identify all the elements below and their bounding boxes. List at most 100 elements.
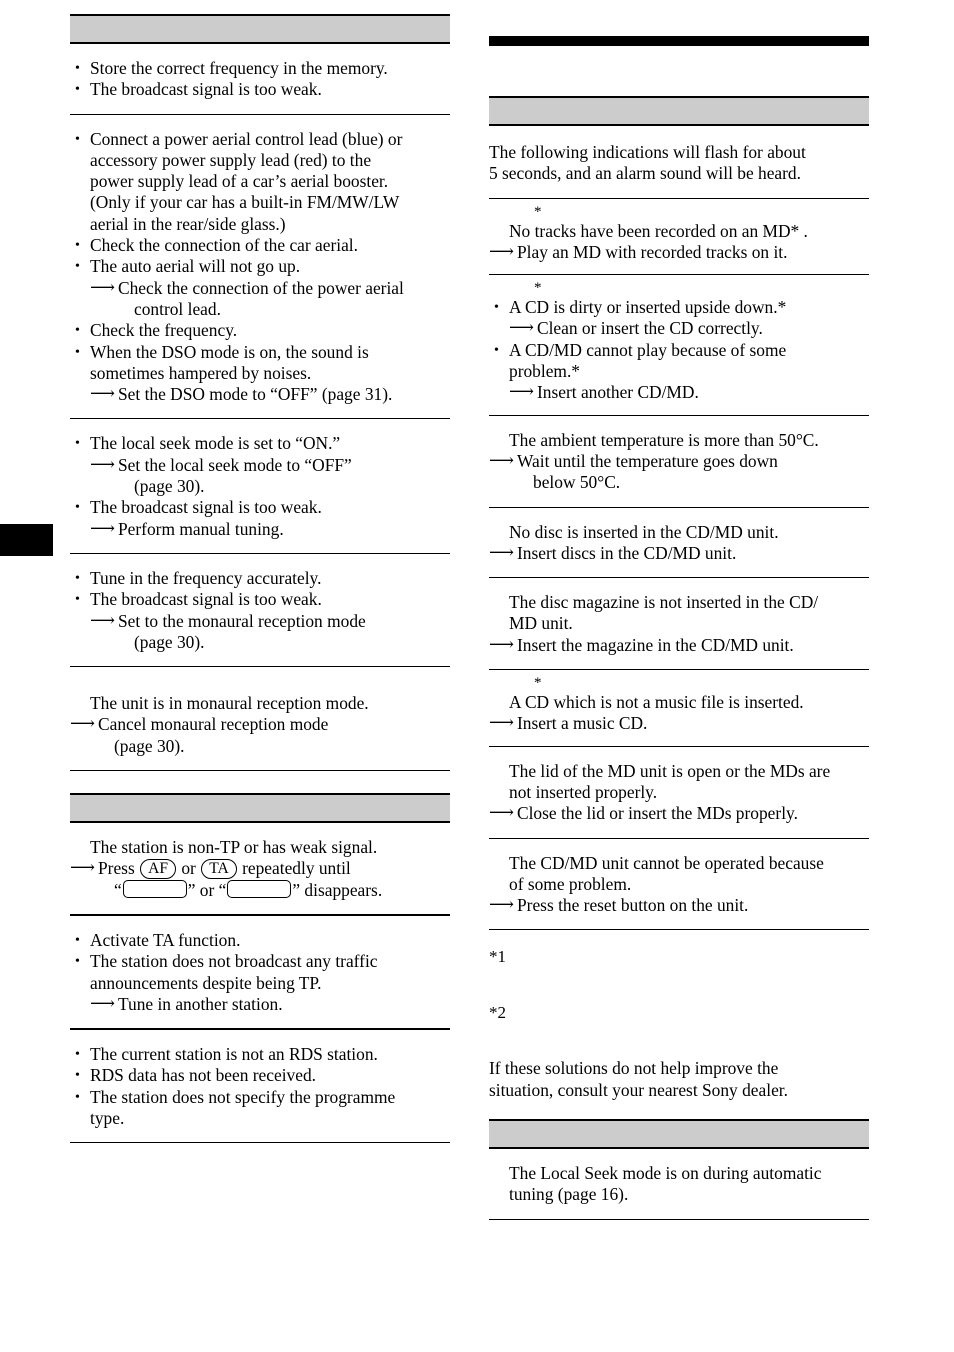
item-text: A CD/MD cannot play because of some: [509, 339, 787, 360]
section-body: The Local Seek mode is on during automat…: [489, 1149, 869, 1219]
solution-line: ⟶ Set the local seek mode to “OFF”: [70, 454, 450, 476]
section-body: • Tune in the frequency accurately. • Th…: [70, 554, 450, 666]
section-body: The lid of the MD unit is open or the MD…: [489, 747, 869, 838]
bullet-icon: •: [75, 344, 80, 360]
list-item: • The station does not specify the progr…: [70, 1087, 450, 1108]
list-item: • A CD is dirty or inserted upside down.…: [489, 297, 869, 318]
bullet-icon: •: [75, 82, 80, 98]
problem-text-cont: tuning (page 16).: [509, 1184, 629, 1205]
item-text: Connect a power aerial control lead (blu…: [90, 128, 403, 149]
item-text: Check the connection of the car aerial.: [90, 235, 358, 256]
item-text-cont: accessory power supply lead (red) to the: [90, 149, 372, 170]
solution-prefix: Press: [98, 858, 140, 879]
solution-line: ⟶ Wait until the temperature goes down: [489, 449, 869, 472]
section-pty-display: • The current station is not an RDS stat…: [70, 1030, 450, 1144]
list-item: • The broadcast signal is too weak.: [70, 497, 450, 518]
problem-text: The unit is in monaural reception mode.: [90, 693, 369, 714]
left-section-header-bar: [70, 14, 450, 44]
section-body: • Store the correct frequency in the mem…: [70, 44, 450, 114]
section-divider: [70, 1142, 450, 1144]
solution-line: ⟶ Perform manual tuning.: [70, 518, 450, 540]
display-indicator-marker: *: [534, 280, 542, 297]
arrow-right-icon: ⟶: [489, 449, 514, 470]
section-body: The disc magazine is not inserted in the…: [489, 578, 869, 669]
section-high-temperature: The ambient temperature is more than 50°…: [489, 416, 869, 508]
solution-text: Perform manual tuning.: [118, 518, 284, 539]
rds-section-header-bar: [70, 793, 450, 824]
bullet-icon: •: [75, 323, 80, 339]
right-column: The following indications will flash for…: [489, 0, 869, 1220]
section-no-traffic-announcements: • Activate TA function. • The station do…: [70, 916, 450, 1031]
solution-text: Wait until the temperature goes down: [517, 450, 778, 471]
item-text-cont: power supply lead of a car’s aerial boos…: [90, 171, 389, 192]
solution-text: Insert discs in the CD/MD unit.: [517, 542, 737, 563]
item-text: The current station is not an RDS statio…: [90, 1044, 378, 1065]
section-no-magazine: The disc magazine is not inserted in the…: [489, 578, 869, 671]
section-not-music-cd: * A CD which is not a music file is inse…: [489, 670, 869, 747]
list-item: • A CD/MD cannot play because of some: [489, 340, 869, 361]
af-key-button[interactable]: AF: [140, 859, 177, 880]
problem-text: The station is non-TP or has weak signal…: [90, 837, 378, 858]
problem-text: The ambient temperature is more than 50°…: [509, 429, 819, 450]
problem-text: The lid of the MD unit is open or the MD…: [509, 760, 831, 781]
solution-text-cont: (page 30).: [134, 631, 205, 652]
error-displays-intro: The following indications will flash for…: [489, 126, 869, 198]
section-body: • Connect a power aerial control lead (b…: [70, 115, 450, 419]
section-body: * A CD which is not a music file is inse…: [489, 670, 869, 746]
solution-text: Cancel monaural reception mode: [98, 714, 329, 735]
item-text-cont: type.: [90, 1107, 125, 1128]
solution-line: ⟶ Close the lid or insert the MDs proper…: [489, 802, 869, 824]
solution-text-cont: (page 30).: [114, 735, 185, 756]
item-text: The broadcast signal is too weak.: [90, 497, 322, 518]
display-indicator-marker: *: [534, 675, 542, 692]
ta-key-button[interactable]: TA: [201, 859, 237, 880]
item-text: Check the frequency.: [90, 320, 238, 341]
bullet-icon: •: [75, 238, 80, 254]
solution-text-cont: (page 30).: [134, 476, 205, 497]
solution-text: Play an MD with recorded tracks on it.: [517, 241, 788, 262]
closing-note: If these solutions do not help improve t…: [489, 1048, 869, 1119]
solution-text-cont-with-indicators: “ ” or “ ” disappears.: [70, 879, 450, 901]
bullet-icon: •: [75, 500, 80, 516]
solution-text-cont: control lead.: [134, 298, 221, 319]
item-text: The auto aerial will not go up.: [90, 256, 301, 277]
solution-text: Tune in another station.: [118, 993, 283, 1014]
bullet-icon: •: [494, 342, 499, 358]
solution-text: Insert a music CD.: [517, 713, 648, 734]
solution-text: Set to the monaural reception mode: [118, 610, 366, 631]
arrow-right-icon: ⟶: [90, 609, 115, 630]
section-error: * • A CD is dirty or inserted upside dow…: [489, 275, 869, 416]
close-text: ” disappears.: [292, 879, 383, 900]
solution-text: Press the reset button on the unit.: [517, 895, 749, 916]
section-stereo-reception: The unit is in monaural reception mode. …: [70, 667, 450, 772]
solution-line: ⟶ Clean or insert the CD correctly.: [489, 317, 869, 339]
open-quote: “: [114, 879, 122, 900]
solution-line: ⟶ Insert discs in the CD/MD unit.: [489, 542, 869, 564]
section-body: • The local seek mode is set to “ON.” ⟶ …: [70, 419, 450, 552]
problem-text-cont: not inserted properly.: [509, 781, 658, 802]
item-text: When the DSO mode is on, the sound is: [90, 341, 369, 362]
intro-line: 5 seconds, and an alarm sound will be he…: [489, 163, 801, 184]
section-preset-tuning: • Store the correct frequency in the mem…: [70, 44, 450, 115]
bullet-icon: •: [75, 570, 80, 586]
solution-text-cont: below 50°C.: [533, 472, 621, 493]
bullet-icon: •: [494, 300, 499, 316]
bullet-icon: •: [75, 1047, 80, 1063]
chapter-rule-bar: [489, 36, 869, 46]
section-body: • Activate TA function. • The station do…: [70, 916, 450, 1028]
problem-text-cont: MD unit.: [509, 613, 573, 634]
bullet-icon: •: [75, 259, 80, 275]
list-item: • Store the correct frequency in the mem…: [70, 58, 450, 79]
section-seek-starts: The station is non-TP or has weak signal…: [70, 823, 450, 916]
section-auto-tuning: • The local seek mode is set to “ON.” ⟶ …: [70, 419, 450, 554]
section-blank-md: * No tracks have been recorded on an MD*…: [489, 199, 869, 276]
bullet-icon: •: [75, 954, 80, 970]
list-item: • Activate TA function.: [70, 930, 450, 951]
solution-line: ⟶ Tune in another station.: [70, 993, 450, 1015]
solution-line: ⟶ Play an MD with recorded tracks on it.: [489, 241, 869, 263]
item-text-cont: announcements despite being TP.: [90, 972, 322, 993]
closing-line: If these solutions do not help improve t…: [489, 1058, 779, 1079]
solution-line: ⟶ Insert a music CD.: [489, 712, 869, 734]
solution-text: Insert another CD/MD.: [537, 382, 699, 403]
section-body: The CD/MD unit cannot be operated becaus…: [489, 839, 869, 930]
